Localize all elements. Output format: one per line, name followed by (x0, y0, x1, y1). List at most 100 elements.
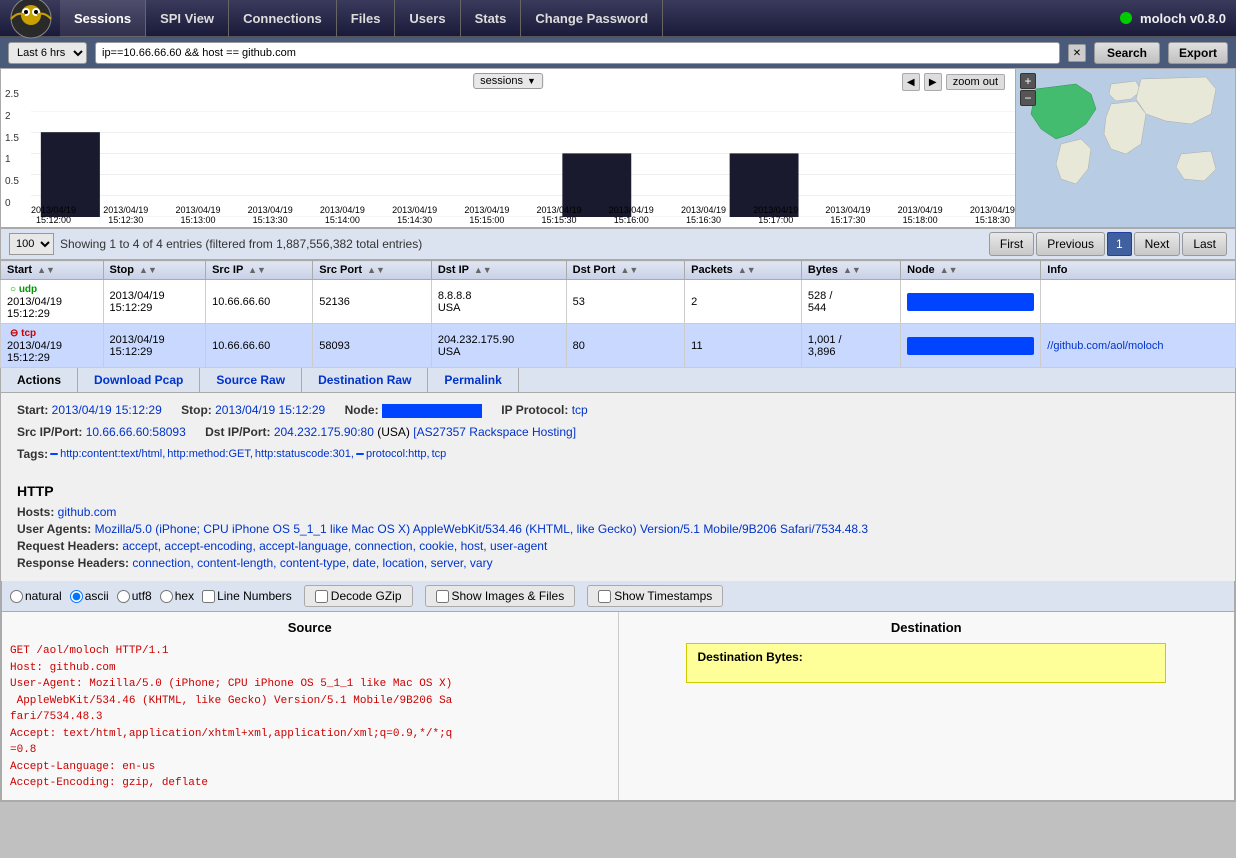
detail-start-stop-row: Start: 2013/04/19 15:12:29 Stop: 2013/04… (17, 401, 1219, 419)
decode-gzip-checkbox[interactable]: Decode GZip (304, 585, 413, 607)
detail-tags-row: Tags: http:content:text/html, http:metho… (17, 445, 1219, 463)
http-user-agents-value: Mozilla/5.0 (iPhone; CPU iPhone OS 5_1_1… (95, 522, 869, 536)
col-dst-port[interactable]: Dst Port ▲▼ (566, 261, 685, 280)
map-zoom-out-button[interactable]: − (1020, 90, 1036, 106)
cell-node-2 (901, 324, 1041, 368)
tab-permalink[interactable]: Permalink (428, 368, 518, 392)
src-dest-container: Source GET /aol/moloch HTTP/1.1 Host: gi… (1, 612, 1235, 801)
table-header-row: Start ▲▼ Stop ▲▼ Src IP ▲▼ Src Port ▲▼ D… (1, 261, 1236, 280)
detail-node-bar (382, 404, 482, 418)
zoom-out-button[interactable]: zoom out (946, 74, 1005, 90)
header: Sessions SPI View Connections Files User… (0, 0, 1236, 38)
detail-src-dst-row: Src IP/Port: 10.66.66.60:58093 Dst IP/Po… (17, 423, 1219, 441)
format-natural[interactable]: natural (10, 589, 62, 603)
col-src-ip[interactable]: Src IP ▲▼ (206, 261, 313, 280)
nav-files[interactable]: Files (337, 0, 396, 37)
format-bar: natural ascii utf8 hex Line Numbers Deco… (1, 581, 1235, 612)
nav-change-password[interactable]: Change Password (521, 0, 663, 37)
cell-dst-ip-2: 204.232.175.90USA (431, 324, 566, 368)
info-link[interactable]: //github.com/aol/moloch (1047, 340, 1163, 352)
format-ascii[interactable]: ascii (70, 589, 109, 603)
http-hosts-value[interactable]: github.com (58, 505, 117, 519)
http-response-headers-value: connection, content-length, content-type… (132, 556, 492, 570)
table-row[interactable]: ○ udp 2013/04/1915:12:29 2013/04/1915:12… (1, 280, 1236, 324)
map-controls: + − (1020, 73, 1036, 107)
format-utf8[interactable]: utf8 (117, 589, 152, 603)
http-user-agents-row: User Agents: Mozilla/5.0 (iPhone; CPU iP… (17, 522, 1219, 536)
detail-dst-country: (USA) (377, 425, 413, 439)
cell-bytes-2: 1,001 /3,896 (801, 324, 900, 368)
http-response-headers-row: Response Headers: connection, content-le… (17, 556, 1219, 570)
nav-spi-view[interactable]: SPI View (146, 0, 229, 37)
tag-3: http:statuscode:301, (255, 446, 354, 463)
next-page-button[interactable]: Next (1134, 232, 1181, 256)
tag-1: http:content:text/html, (60, 446, 165, 463)
col-bytes[interactable]: Bytes ▲▼ (801, 261, 900, 280)
cell-src-port-1: 52136 (313, 280, 432, 324)
tag-highlight-1 (50, 453, 58, 455)
cell-dst-ip-1: 8.8.8.8USA (431, 280, 566, 324)
search-button[interactable]: Search (1094, 42, 1160, 64)
chart-next-button[interactable]: ▶ (924, 73, 942, 91)
logo (10, 0, 52, 39)
cell-src-ip-2: 10.66.66.60 (206, 324, 313, 368)
entries-select[interactable]: 100 (9, 233, 54, 255)
clear-filter-button[interactable]: ✕ (1068, 44, 1086, 62)
pagination-bar: 100 Showing 1 to 4 of 4 entries (filtere… (0, 228, 1236, 260)
first-page-button[interactable]: First (989, 232, 1034, 256)
main-nav: Sessions SPI View Connections Files User… (60, 0, 1120, 37)
sessions-label: sessions (480, 75, 523, 87)
cell-dst-port-2: 80 (566, 324, 685, 368)
tag-5: tcp (432, 446, 447, 463)
cell-packets-2: 11 (685, 324, 802, 368)
nav-connections[interactable]: Connections (229, 0, 337, 37)
sessions-table: Start ▲▼ Stop ▲▼ Src IP ▲▼ Src Port ▲▼ D… (0, 260, 1236, 368)
sessions-selector[interactable]: sessions ▼ (473, 73, 543, 89)
previous-page-button[interactable]: Previous (1036, 232, 1105, 256)
cell-dst-port-1: 53 (566, 280, 685, 324)
tab-actions[interactable]: Actions (1, 368, 78, 392)
tab-source-raw[interactable]: Source Raw (200, 368, 302, 392)
sessions-dropdown-icon: ▼ (527, 76, 536, 86)
cell-protocol-start: ○ udp 2013/04/1915:12:29 (1, 280, 104, 324)
time-range-select[interactable]: Last 6 hrs (8, 42, 87, 64)
chart-x-axis: 2013/04/1915:12:00 2013/04/1915:12:30 20… (31, 205, 1015, 225)
nav-stats[interactable]: Stats (461, 0, 522, 37)
format-hex[interactable]: hex (160, 589, 194, 603)
table-row[interactable]: ⊖ tcp 2013/04/1915:12:29 2013/04/1915:12… (1, 324, 1236, 368)
col-packets[interactable]: Packets ▲▼ (685, 261, 802, 280)
start-time-2: 2013/04/1915:12:29 (7, 340, 62, 364)
nav-users[interactable]: Users (395, 0, 460, 37)
show-timestamps-checkbox[interactable]: Show Timestamps (587, 585, 723, 607)
map-zoom-in-button[interactable]: + (1020, 73, 1036, 89)
source-content: GET /aol/moloch HTTP/1.1 Host: github.co… (10, 643, 610, 792)
node-bar-2 (907, 337, 1034, 355)
detail-start: 2013/04/19 15:12:29 (52, 403, 162, 417)
col-src-port[interactable]: Src Port ▲▼ (313, 261, 432, 280)
nav-sessions[interactable]: Sessions (60, 0, 146, 37)
http-request-headers-row: Request Headers: accept, accept-encoding… (17, 539, 1219, 553)
show-images-checkbox[interactable]: Show Images & Files (425, 585, 576, 607)
last-page-button[interactable]: Last (1182, 232, 1227, 256)
col-node[interactable]: Node ▲▼ (901, 261, 1041, 280)
http-section: HTTP Hosts: github.com User Agents: Mozi… (1, 475, 1235, 581)
col-start[interactable]: Start ▲▼ (1, 261, 104, 280)
protocol-badge-tcp: ⊖ tcp (7, 327, 39, 340)
format-line-numbers[interactable]: Line Numbers (202, 589, 292, 603)
export-button[interactable]: Export (1168, 42, 1228, 64)
app-version: moloch v0.8.0 (1120, 11, 1226, 26)
tab-destination-raw[interactable]: Destination Raw (302, 368, 428, 392)
page-buttons: First Previous 1 Next Last (989, 232, 1227, 256)
tab-download-pcap[interactable]: Download Pcap (78, 368, 200, 392)
chart-prev-button[interactable]: ◀ (902, 73, 920, 91)
tag-4: protocol:http, (366, 446, 430, 463)
col-stop[interactable]: Stop ▲▼ (103, 261, 206, 280)
filter-input[interactable] (95, 42, 1060, 64)
source-title: Source (10, 620, 610, 635)
col-dst-ip[interactable]: Dst IP ▲▼ (431, 261, 566, 280)
cell-protocol-start-2: ⊖ tcp 2013/04/1915:12:29 (1, 324, 104, 368)
cell-info-1 (1041, 280, 1236, 324)
col-info[interactable]: Info (1041, 261, 1236, 280)
chart-main: sessions ▼ ◀ ▶ zoom out 2.5 2 1.5 1 0.5 … (1, 69, 1015, 227)
detail-stop: 2013/04/19 15:12:29 (215, 403, 325, 417)
